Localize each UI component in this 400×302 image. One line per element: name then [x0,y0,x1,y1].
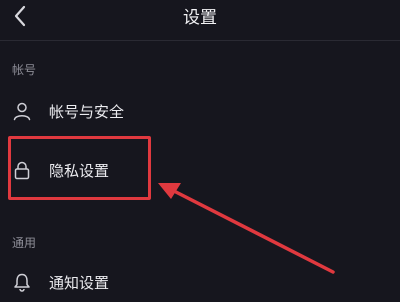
section-label-account: 帐号 [12,63,37,77]
menu-item-label: 通知设置 [49,273,110,292]
menu-item-notification-settings[interactable]: 通知设置 [0,262,400,302]
top-bar: 设置 [0,0,400,32]
bell-icon [11,271,33,293]
page-title: 设置 [183,8,217,28]
header-divider [0,40,400,41]
section-label-general: 通用 [12,236,37,250]
menu-item-privacy-settings[interactable]: 隐私设置 [0,150,400,190]
lock-icon [11,159,33,181]
back-button[interactable] [6,2,34,30]
menu-item-account-security[interactable]: 帐号与安全 [0,91,400,131]
user-icon [11,100,33,122]
chevron-left-icon [14,5,26,27]
menu-item-label: 隐私设置 [49,161,110,180]
menu-item-label: 帐号与安全 [49,102,125,121]
